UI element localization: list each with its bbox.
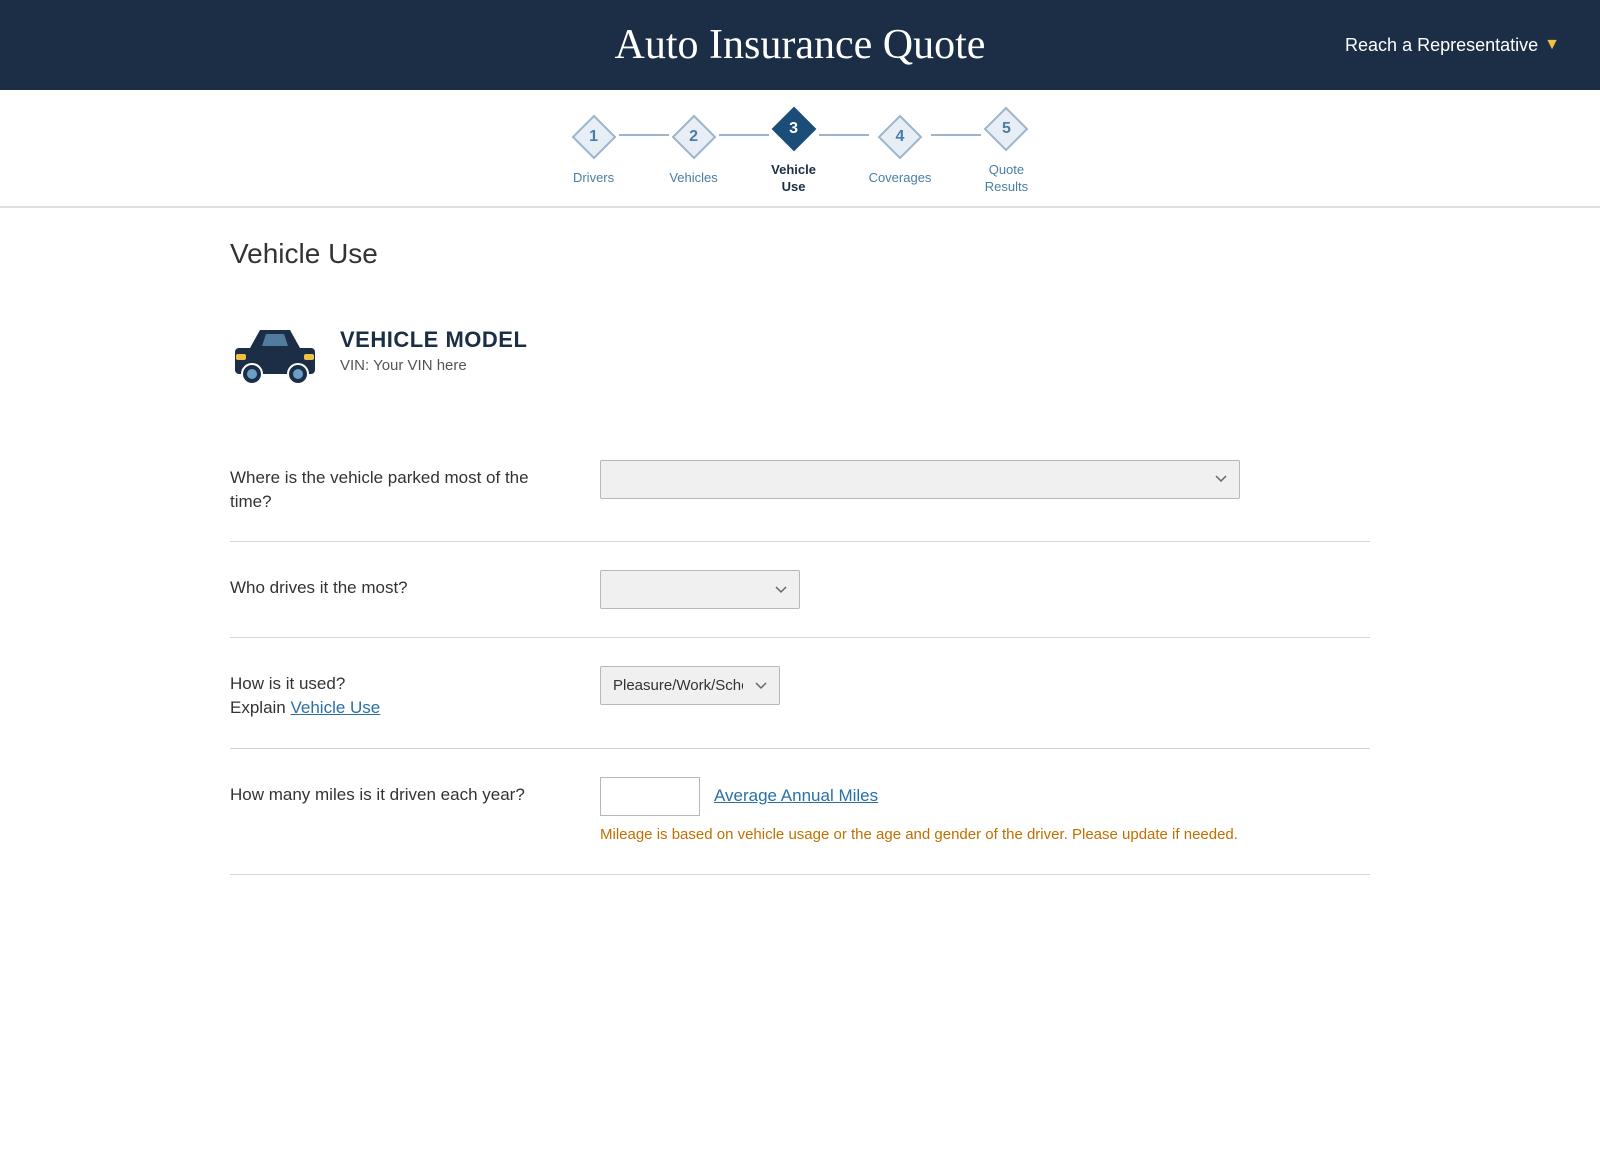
step-5-results[interactable]: 5 QuoteResults [981,104,1031,196]
mileage-note: Mileage is based on vehicle usage or the… [600,824,1240,847]
step-4-coverages[interactable]: 4 Coverages [869,112,932,187]
step-2-vehicles[interactable]: 2 Vehicles [669,112,719,187]
step-4-label: Coverages [869,170,932,187]
step-connector-4-5 [931,134,981,136]
usage-question-text: How is it used? [230,674,345,693]
step-connector-2-3 [719,134,769,136]
driver-select[interactable]: Driver 1 Driver 2 [600,570,800,609]
step-2-number: 2 [689,128,698,146]
step-5-shape: 5 [981,104,1031,154]
avg-miles-link[interactable]: Average Annual Miles [714,786,878,806]
driver-question-label: Who drives it the most? [230,570,570,600]
car-icon [230,316,320,386]
chevron-down-icon: ▼ [1544,36,1560,54]
step-4-shape: 4 [875,112,925,162]
usage-question-row: How is it used? Explain Vehicle Use Plea… [230,638,1370,749]
vehicle-vin: VIN: Your VIN here [340,357,527,374]
step-5-label: QuoteResults [985,162,1028,196]
step-1-drivers[interactable]: 1 Drivers [569,112,619,187]
header: Auto Insurance Quote Reach a Representat… [0,0,1600,90]
step-2-shape: 2 [669,112,719,162]
vehicle-info: VEHICLE MODEL VIN: Your VIN here [340,327,527,374]
parked-select[interactable]: Garage Street Driveway [600,460,1240,499]
explain-prefix: Explain [230,698,290,717]
step-4-number: 4 [896,128,905,146]
step-1-number: 1 [589,128,598,146]
reach-rep-label: Reach a Representative [1345,35,1538,56]
vehicle-use-explain-link[interactable]: Vehicle Use [290,698,380,717]
step-5-number: 5 [1002,120,1011,138]
miles-input-row: Average Annual Miles [600,777,1370,816]
vehicle-card: VEHICLE MODEL VIN: Your VIN here [230,306,1370,396]
step-connector-3-4 [819,134,869,136]
usage-select[interactable]: Pleasure/Work/School Business Farm [600,666,780,705]
page-title: Vehicle Use [230,238,1370,270]
steps-bar: 1 Drivers 2 Vehicles 3 VehicleUse 4 [0,90,1600,208]
step-2-label: Vehicles [669,170,717,187]
parked-question-row: Where is the vehicle parked most of the … [230,432,1370,543]
miles-field: Average Annual Miles Mileage is based on… [600,777,1370,847]
usage-question-label: How is it used? Explain Vehicle Use [230,666,570,720]
step-3-number: 3 [789,120,798,138]
miles-question-row: How many miles is it driven each year? A… [230,749,1370,876]
driver-question-row: Who drives it the most? Driver 1 Driver … [230,542,1370,638]
page-header-title: Auto Insurance Quote [260,21,1340,69]
step-1-shape: 1 [569,112,619,162]
step-connector-1-2 [619,134,669,136]
parked-field: Garage Street Driveway [600,460,1370,499]
parked-question-label: Where is the vehicle parked most of the … [230,460,570,514]
miles-question-label: How many miles is it driven each year? [230,777,570,807]
step-3-shape: 3 [769,104,819,154]
reach-representative-button[interactable]: Reach a Representative ▼ [1340,35,1560,56]
vehicle-model: VEHICLE MODEL [340,327,527,353]
step-3-label: VehicleUse [771,162,816,196]
step-1-label: Drivers [573,170,614,187]
usage-field: Pleasure/Work/School Business Farm [600,666,1370,705]
step-3-vehicle-use[interactable]: 3 VehicleUse [769,104,819,196]
driver-field: Driver 1 Driver 2 [600,570,1370,609]
main-content: Vehicle Use VE [170,208,1430,906]
miles-input[interactable] [600,777,700,816]
